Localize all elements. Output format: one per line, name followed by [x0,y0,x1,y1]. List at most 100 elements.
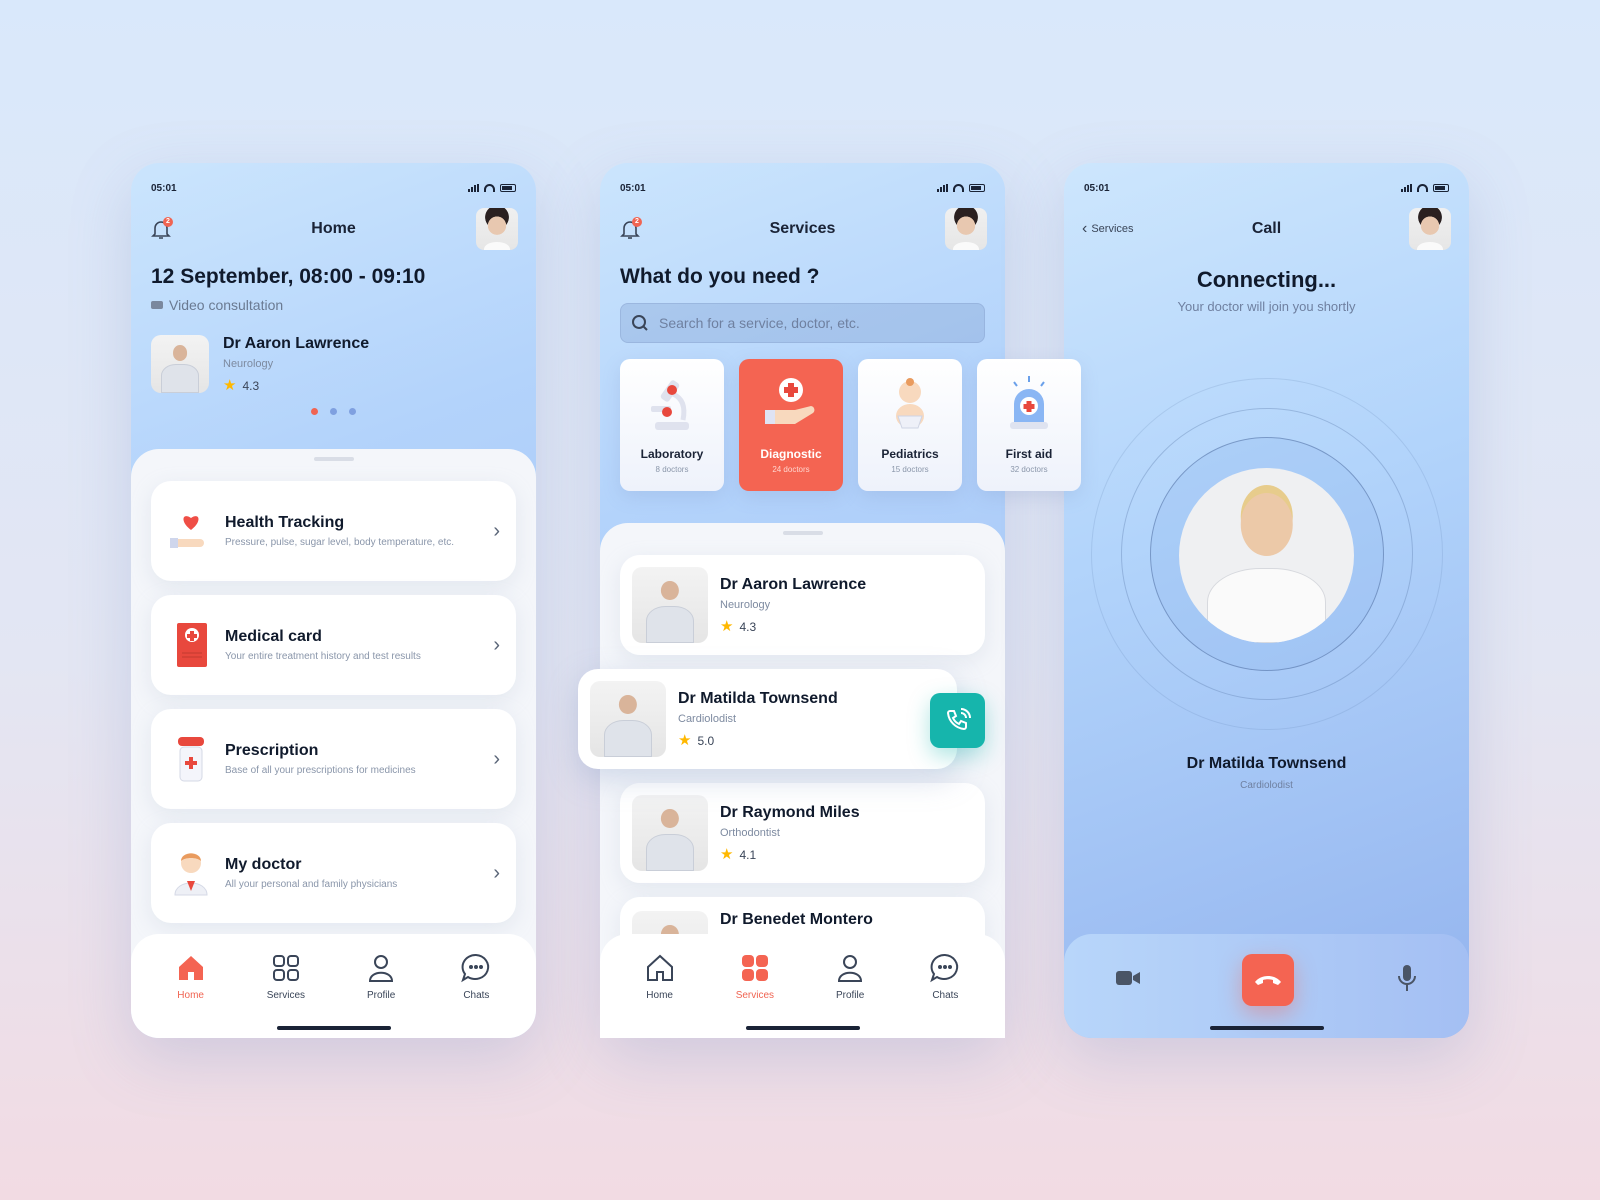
category-count: 15 doctors [891,465,929,474]
status-time: 05:01 [151,182,177,194]
tab-profile[interactable]: Profile [346,952,416,1001]
rating-value: 4.1 [739,847,757,862]
tab-home[interactable]: Home [156,952,226,1001]
doctor-card[interactable]: Dr Aaron Lawrence Neurology ★ 4.3 [620,555,985,655]
doctor-rating: ★ 4.3 [223,378,369,393]
carousel-dot[interactable] [311,408,318,415]
video-icon [151,301,163,309]
doctor-name: Dr Aaron Lawrence [223,335,370,352]
calling-doctor-photo [1179,468,1354,643]
calling-doctor-specialty: Cardiolodist [1240,780,1293,791]
star-icon: ★ [720,618,734,635]
call-screen: 05:01 ‹ Services Call Connecting... Your … [1064,163,1469,1038]
carousel-dot[interactable] [330,408,337,415]
tab-home[interactable]: Home [625,952,695,1001]
chevron-right-icon: › [493,861,500,884]
category-label: Laboratory [640,447,704,461]
call-status-subtitle: Your doctor will join you shortly [1177,299,1356,314]
user-icon [838,955,863,982]
user-avatar[interactable] [476,208,518,250]
doctor-photo [632,795,708,871]
tab-label: Profile [366,990,396,1001]
sheet-handle[interactable] [782,531,823,535]
carousel-dots[interactable] [131,408,536,415]
services-screen: 05:01 2 Services What do you need ? Labo… [578,163,1081,1038]
chevron-right-icon: › [493,519,500,542]
home-indicator [276,1026,391,1030]
tab-profile[interactable]: Profile [815,952,885,1001]
doctor-specialty: Neurology [223,358,274,370]
call-doctor-button[interactable] [930,693,985,748]
category-count: 32 doctors [1010,465,1048,474]
battery-icon [500,184,516,192]
wifi-icon [1417,184,1428,192]
signal-icon [1401,184,1412,192]
end-call-button[interactable] [1242,954,1295,1006]
services-heading: What do you need ? [620,265,820,288]
notifications-button[interactable]: 2 [149,217,173,241]
status-time: 05:01 [620,182,646,194]
appointment-date: 12 September, 08:00 - 09:10 [151,265,426,288]
doctor-card[interactable]: Dr Raymond Miles Orthodontist ★ 4.1 [620,783,985,883]
tab-chats[interactable]: Chats [441,952,511,1001]
tab-services[interactable]: Services [251,952,321,1001]
search-bar[interactable] [620,303,985,343]
menu-item-medical-card[interactable]: Medical card Your entire treatment histor… [151,595,516,695]
appointment-doctor[interactable]: Dr Aaron Lawrence Neurology ★ 4.3 [151,335,369,393]
chevron-right-icon: › [493,747,500,770]
chevron-right-icon: › [493,633,500,656]
toggle-camera-button[interactable] [1115,968,1141,993]
user-icon [369,955,394,982]
toggle-mic-button[interactable] [1396,964,1418,997]
page-title: Call [1251,220,1282,237]
menu-item-subtitle: Base of all your prescriptions for medic… [225,765,416,776]
video-camera-icon [1115,970,1140,985]
tab-label: Home [177,990,204,1001]
grid-icon [272,955,299,981]
user-avatar[interactable] [945,208,987,250]
battery-icon [1433,184,1449,192]
appointment-type-label: Video consultation [169,297,284,313]
search-input[interactable] [659,315,974,331]
tab-label: Services [735,990,775,1001]
notifications-button[interactable]: 2 [618,217,642,241]
home-screen: 05:01 2 Home 12 September, 08:00 - 09:10… [131,163,536,1038]
status-bar: 05:01 [620,181,985,195]
user-avatar[interactable] [1409,208,1451,250]
doctor-card-selected[interactable]: Dr Matilda Townsend Cardiolodist ★ 5.0 [578,669,957,769]
category-pediatrics[interactable]: Pediatrics 15 doctors [858,359,962,491]
menu-item-prescription[interactable]: Prescription Base of all your prescriptio… [151,709,516,809]
menu-item-health-tracking[interactable]: Health Tracking Pressure, pulse, sugar le… [151,481,516,581]
menu-item-title: Prescription [225,742,319,759]
tab-services[interactable]: Services [720,952,790,1001]
status-bar: 05:01 [151,181,516,195]
chat-icon [461,953,490,983]
category-label: Pediatrics [881,447,939,461]
chat-icon [930,953,959,983]
notification-badge: 2 [632,217,642,227]
tab-label: Services [266,990,306,1001]
category-laboratory[interactable]: Laboratory 8 doctors [620,359,724,491]
category-diagnostic[interactable]: Diagnostic 24 doctors [739,359,843,491]
doctor-name: Dr Benedet Montero [720,911,873,928]
appointment-type: Video consultation [151,297,283,313]
home-indicator [1209,1026,1324,1030]
baby-icon [880,373,940,435]
home-icon [178,956,203,980]
sheet-handle[interactable] [313,457,354,461]
call-controls [1064,934,1469,1038]
back-button[interactable]: ‹ Services [1082,220,1134,238]
microscope-icon [642,373,702,435]
back-label: Services [1091,223,1134,235]
diagnostic-icon [761,373,821,435]
category-first-aid[interactable]: First aid 32 doctors [977,359,1081,491]
menu-item-my-doctor[interactable]: My doctor All your personal and family ph… [151,823,516,923]
wifi-icon [484,184,495,192]
home-indicator [745,1026,860,1030]
phone-call-icon [946,707,971,730]
calling-doctor-name: Dr Matilda Townsend [1186,755,1347,772]
doctor-rating: ★ 4.1 [720,847,860,862]
tab-chats[interactable]: Chats [910,952,980,1001]
rating-value: 4.3 [242,378,260,393]
carousel-dot[interactable] [349,408,356,415]
